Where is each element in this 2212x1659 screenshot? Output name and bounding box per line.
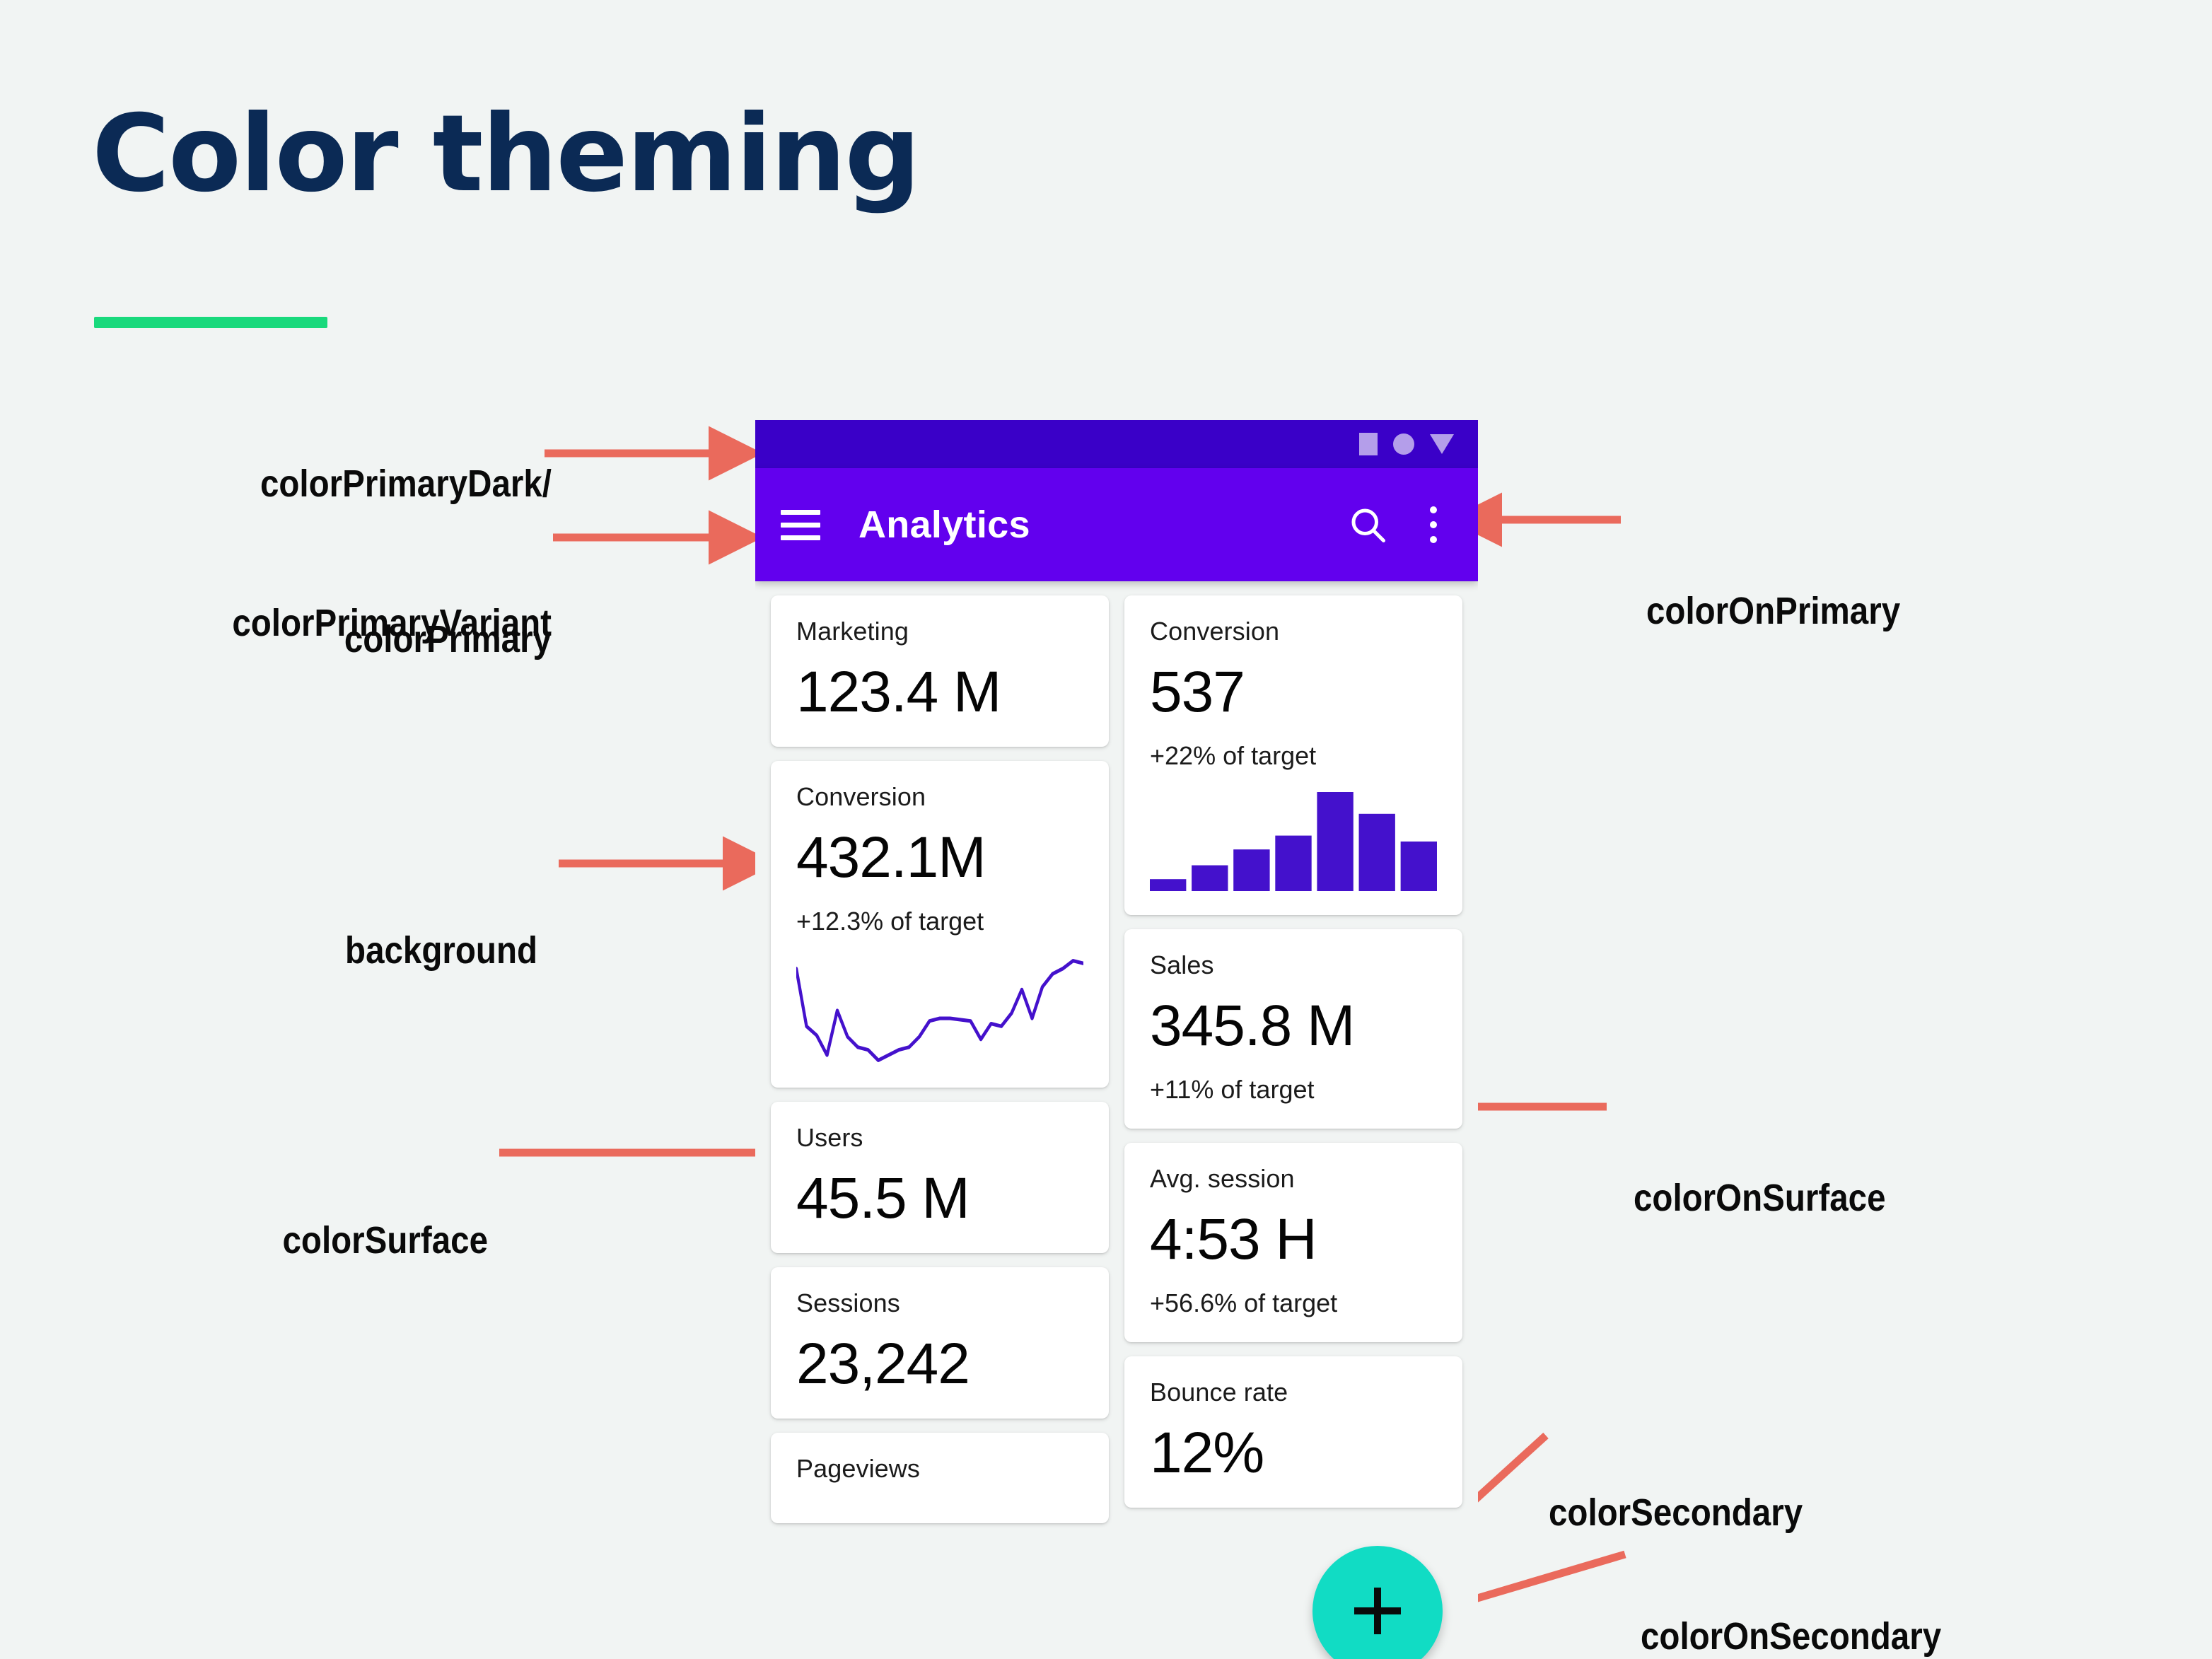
phone-mockup: Analytics Marketing 123.4 M Conversion 4… <box>755 420 1478 1659</box>
title-accent-bar <box>94 317 327 328</box>
annotation-line-1: background <box>345 929 537 972</box>
card-label: Sales <box>1150 950 1214 980</box>
plus-icon <box>1354 1588 1401 1634</box>
card-value: 4:53 H <box>1150 1207 1317 1272</box>
annotation-line-1: colorOnSecondary <box>1641 1614 1942 1658</box>
card-subtext: +56.6% of target <box>1150 1288 1338 1318</box>
card-value: 432.1M <box>796 825 986 890</box>
card-value: 537 <box>1150 660 1245 724</box>
bar <box>1150 879 1187 892</box>
card-label: Users <box>796 1123 863 1153</box>
bar <box>1317 792 1354 892</box>
bar <box>1192 865 1228 892</box>
card-marketing[interactable]: Marketing 123.4 M <box>771 595 1109 747</box>
bar <box>1358 813 1395 892</box>
card-subtext: +12.3% of target <box>796 907 984 936</box>
annotation-colorSurface: colorSurface <box>96 1124 488 1357</box>
overflow-menu-icon[interactable] <box>1414 506 1453 543</box>
card-conversion-bar[interactable]: Conversion 537 +22% of target <box>1124 595 1462 916</box>
card-label: Conversion <box>796 782 926 812</box>
card-value: 345.8 M <box>1150 994 1355 1059</box>
hamburger-menu-icon[interactable] <box>781 509 820 540</box>
card-label: Sessions <box>796 1288 900 1318</box>
annotation-colorOnSecondary: colorOnSecondary <box>1641 1520 1941 1659</box>
slide-root: Color theming colorPrimaryDark/ colorPri… <box>0 0 2212 1659</box>
line-series <box>796 959 1083 1063</box>
triangle-down-icon <box>1430 434 1454 454</box>
card-value: 45.5 M <box>796 1166 970 1231</box>
card-users[interactable]: Users 45.5 M <box>771 1102 1109 1254</box>
card-value: 23,242 <box>796 1332 970 1397</box>
annotation-line-1: colorPrimary <box>344 617 552 660</box>
app-bar: Analytics <box>755 468 1478 581</box>
card-column-left: Marketing 123.4 M Conversion 432.1M +12.… <box>771 595 1109 1524</box>
annotation-line-1: colorOnSurface <box>1634 1176 1886 1219</box>
card-value: 12% <box>1150 1421 1264 1486</box>
annotation-colorPrimary: colorPrimary <box>103 523 552 756</box>
annotation-background: background <box>102 834 537 1067</box>
card-label: Bounce rate <box>1150 1378 1288 1407</box>
card-subtext: +22% of target <box>1150 741 1317 771</box>
card-conversion-line[interactable]: Conversion 432.1M +12.3% of target <box>771 761 1109 1088</box>
card-sessions[interactable]: Sessions 23,242 <box>771 1267 1109 1419</box>
circle-icon <box>1393 433 1414 455</box>
card-column-right: Conversion 537 +22% of target Sales 345.… <box>1124 595 1462 1508</box>
app-bar-title: Analytics <box>858 503 1030 546</box>
card-label: Conversion <box>1150 617 1280 646</box>
card-subtext: +11% of target <box>1150 1075 1315 1105</box>
dashboard-content: Marketing 123.4 M Conversion 432.1M +12.… <box>755 581 1478 1524</box>
card-label: Pageviews <box>796 1454 920 1484</box>
card-avg-session[interactable]: Avg. session 4:53 H +56.6% of target <box>1124 1143 1462 1343</box>
annotation-line-1: colorPrimaryDark/ <box>260 462 552 505</box>
status-bar <box>755 420 1478 468</box>
bar <box>1400 842 1437 892</box>
bar-chart <box>1150 792 1437 892</box>
square-icon <box>1359 433 1378 455</box>
annotation-line-1: colorOnPrimary <box>1646 589 1901 632</box>
annotation-line-1: colorSurface <box>282 1218 488 1262</box>
bar <box>1275 835 1312 892</box>
annotation-colorOnSurface: colorOnSurface <box>1634 1082 1885 1315</box>
search-icon[interactable] <box>1346 503 1389 546</box>
bar <box>1233 849 1270 892</box>
card-bounce-rate[interactable]: Bounce rate 12% <box>1124 1356 1462 1508</box>
annotation-colorOnPrimary: colorOnPrimary <box>1646 495 1900 728</box>
line-chart <box>796 957 1083 1064</box>
card-label: Avg. session <box>1150 1164 1295 1194</box>
card-label: Marketing <box>796 617 909 646</box>
card-value: 123.4 M <box>796 660 1001 724</box>
card-pageviews[interactable]: Pageviews <box>771 1433 1109 1524</box>
card-sales[interactable]: Sales 345.8 M +11% of target <box>1124 929 1462 1129</box>
page-title: Color theming <box>92 93 921 216</box>
